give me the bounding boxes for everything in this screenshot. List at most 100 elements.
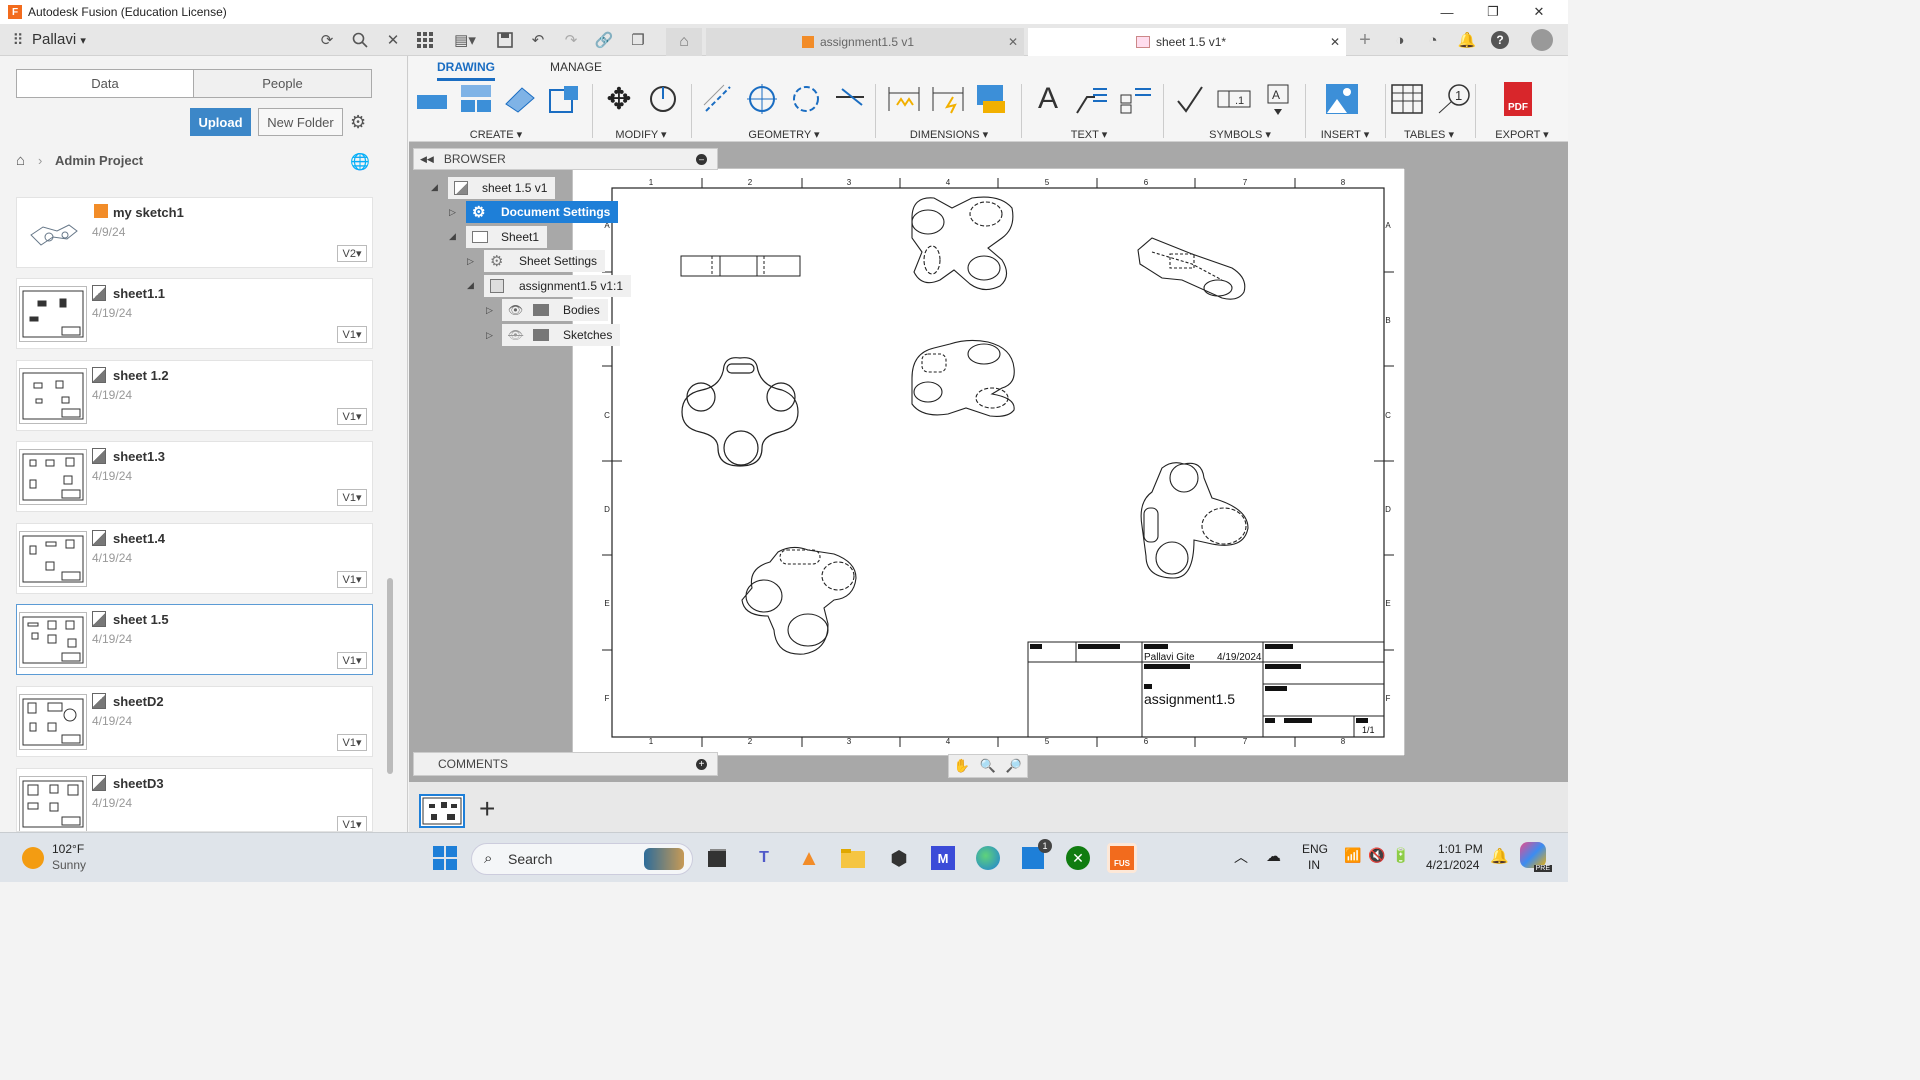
vlc-icon[interactable]: ▲ bbox=[794, 843, 824, 873]
version-dropdown[interactable]: V1 ▾ bbox=[337, 571, 367, 588]
version-dropdown[interactable]: V1 ▾ bbox=[337, 408, 367, 425]
detail-view-icon[interactable] bbox=[547, 82, 581, 116]
table-icon[interactable] bbox=[1391, 82, 1425, 116]
add-sheet-icon[interactable]: + bbox=[479, 794, 495, 824]
cloud-off-icon[interactable]: ☁ bbox=[1266, 847, 1281, 865]
link-icon[interactable]: 🔗 bbox=[592, 28, 616, 52]
list-item[interactable]: sheet1.1 4/19/24 V1 ▾ bbox=[16, 278, 373, 349]
store-icon[interactable]: 1 bbox=[1018, 839, 1052, 873]
group-symbols[interactable]: SYMBOLS ▾ bbox=[1195, 128, 1285, 141]
surface-texture-icon[interactable] bbox=[1173, 82, 1207, 116]
file-explorer-icon[interactable] bbox=[838, 843, 868, 873]
new-folder-button[interactable]: New Folder bbox=[258, 108, 343, 136]
version-dropdown[interactable]: V1 ▾ bbox=[337, 734, 367, 751]
collapse-icon[interactable]: ◀◀ bbox=[420, 154, 434, 165]
undo-icon[interactable]: ↶ bbox=[526, 28, 550, 52]
list-item[interactable]: sheet 1.2 4/19/24 V1 ▾ bbox=[16, 360, 373, 431]
upload-button[interactable]: Upload bbox=[190, 108, 251, 136]
version-dropdown[interactable]: V1 ▾ bbox=[337, 326, 367, 343]
list-item[interactable]: sheet1.3 4/19/24 V1 ▾ bbox=[16, 441, 373, 512]
language-indicator[interactable]: ENG bbox=[1302, 842, 1328, 856]
comments-panel[interactable]: COMMENTS + bbox=[413, 752, 718, 776]
search-icon[interactable] bbox=[348, 28, 372, 52]
help-icon[interactable]: ? bbox=[1488, 28, 1512, 52]
home-tab[interactable]: ⌂ bbox=[666, 28, 702, 56]
tab-assignment[interactable]: assignment1.5 v1 ✕ bbox=[706, 28, 1024, 56]
centerline-icon[interactable] bbox=[701, 82, 735, 116]
list-item[interactable]: sheet1.4 4/19/24 V1 ▾ bbox=[16, 523, 373, 594]
xbox-icon[interactable]: ✕ bbox=[1063, 843, 1093, 873]
version-dropdown[interactable]: V1 ▾ bbox=[337, 489, 367, 506]
close-window-icon[interactable]: ✕ bbox=[1516, 0, 1562, 24]
note-icon[interactable] bbox=[1119, 82, 1153, 116]
datum-identifier-icon[interactable]: A bbox=[1261, 82, 1295, 116]
pages-icon[interactable]: ❐ bbox=[626, 28, 650, 52]
list-item[interactable]: sheetD3 4/19/24 V1 ▾ bbox=[16, 768, 373, 832]
center-mark-icon[interactable] bbox=[745, 82, 779, 116]
expand-arrow-icon[interactable]: ◢ bbox=[431, 182, 438, 193]
insert-image-icon[interactable] bbox=[1325, 82, 1359, 116]
tab-manage[interactable]: MANAGE bbox=[550, 60, 602, 74]
version-dropdown[interactable]: V1 ▾ bbox=[337, 816, 367, 831]
tab-people[interactable]: People bbox=[193, 69, 372, 98]
refresh-icon[interactable]: ⟳ bbox=[315, 28, 339, 52]
edge-extension-icon[interactable] bbox=[833, 82, 867, 116]
auto-dimension-icon[interactable] bbox=[975, 82, 1009, 116]
job-status-icon[interactable]: ◔ bbox=[1421, 28, 1445, 52]
leader-icon[interactable] bbox=[1075, 82, 1109, 116]
avatar[interactable] bbox=[1530, 28, 1554, 52]
volume-muted-icon[interactable]: 🔇 bbox=[1368, 847, 1385, 864]
redo-icon[interactable]: ↷ bbox=[559, 28, 583, 52]
center-mark-pattern-icon[interactable] bbox=[789, 82, 823, 116]
gear-icon[interactable]: ⚙ bbox=[350, 112, 366, 133]
fusion-taskbar-icon[interactable]: FUS bbox=[1107, 843, 1137, 873]
teams-icon[interactable]: T bbox=[749, 843, 779, 873]
group-insert[interactable]: INSERT ▾ bbox=[1315, 128, 1375, 141]
group-modify[interactable]: MODIFY ▾ bbox=[609, 128, 673, 141]
scrollbar[interactable] bbox=[387, 578, 393, 774]
hidden-eye-icon[interactable]: 👁 bbox=[508, 328, 523, 342]
projected-view-icon[interactable] bbox=[459, 82, 493, 116]
browser-node-root[interactable]: sheet 1.5 v1 bbox=[448, 177, 556, 199]
clock-time[interactable]: 1:01 PM bbox=[1438, 842, 1483, 856]
battery-icon[interactable]: 🔋 bbox=[1392, 847, 1409, 864]
browser-panel-header[interactable]: ◀◀ BROWSER – bbox=[413, 148, 718, 170]
expand-arrow-icon[interactable]: ▷ bbox=[486, 305, 493, 316]
windows-start-icon[interactable] bbox=[430, 843, 460, 873]
expand-arrow-icon[interactable]: ▷ bbox=[486, 330, 493, 341]
baseline-dimension-icon[interactable] bbox=[931, 82, 965, 116]
feature-control-frame-icon[interactable]: .1 bbox=[1217, 82, 1251, 116]
pan-icon[interactable]: ✋ bbox=[954, 758, 970, 774]
sheet-thumbnail[interactable] bbox=[419, 794, 465, 828]
browser-node-sketches[interactable]: 👁 Sketches bbox=[502, 324, 621, 346]
copilot-icon[interactable]: PRE bbox=[1520, 842, 1552, 872]
app-hexagon-icon[interactable]: ⬢ bbox=[884, 843, 914, 873]
tab-data[interactable]: Data bbox=[16, 69, 194, 98]
browser-node-sheet-settings[interactable]: ⚙ Sheet Settings bbox=[484, 250, 606, 272]
minus-icon[interactable]: – bbox=[696, 153, 707, 165]
version-dropdown[interactable]: V2 ▾ bbox=[337, 245, 367, 262]
drawing-sheet[interactable]: 1 2 3 4 5 6 7 8 1 2 3 4 5 6 7 8 A C D E … bbox=[572, 168, 1405, 756]
task-view-icon[interactable] bbox=[702, 843, 732, 873]
zoom-window-icon[interactable]: 🔎 bbox=[1006, 758, 1022, 774]
tab-drawing[interactable]: DRAWING bbox=[437, 60, 495, 81]
close-panel-icon[interactable]: ✕ bbox=[381, 28, 405, 52]
expand-arrow-icon[interactable]: ▷ bbox=[449, 207, 456, 218]
base-view-icon[interactable] bbox=[415, 82, 449, 116]
notification-bell-icon[interactable]: 🔔 bbox=[1490, 847, 1509, 865]
globe-icon[interactable]: 🌐 bbox=[350, 152, 370, 172]
new-tab-icon[interactable]: + bbox=[1353, 28, 1377, 52]
apps-grid-icon[interactable] bbox=[413, 28, 437, 52]
close-tab-icon[interactable]: ✕ bbox=[1008, 35, 1018, 49]
restore-icon[interactable]: ❐ bbox=[1470, 0, 1516, 24]
rotate-icon[interactable] bbox=[646, 82, 680, 116]
zoom-icon[interactable]: 🔍 bbox=[980, 758, 996, 774]
file-menu-icon[interactable]: ▤▾ bbox=[450, 28, 480, 52]
chevron-up-icon[interactable]: ︿ bbox=[1234, 847, 1248, 867]
text-icon[interactable]: A bbox=[1031, 82, 1065, 116]
version-dropdown[interactable]: V1 ▾ bbox=[337, 652, 367, 669]
extensions-icon[interactable]: ◑ bbox=[1388, 28, 1412, 52]
balloon-icon[interactable]: 1 bbox=[1437, 82, 1471, 116]
browser-node-document-settings[interactable]: ⚙ Document Settings bbox=[466, 201, 619, 223]
list-item[interactable]: my sketch1 4/9/24 V2 ▾ bbox=[16, 197, 373, 268]
